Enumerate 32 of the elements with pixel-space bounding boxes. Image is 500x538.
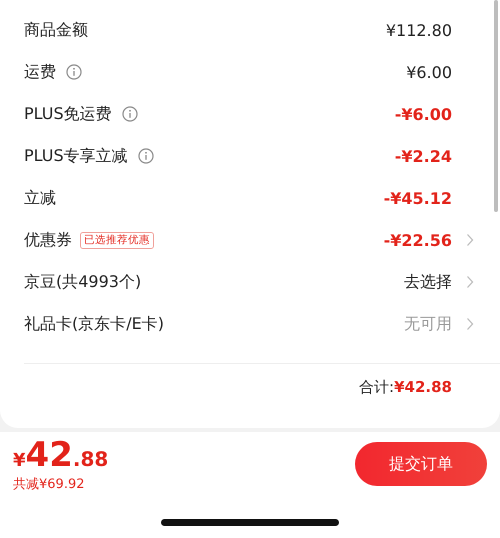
row-label: PLUS专享立减 xyxy=(24,146,128,166)
total-label: 合计: xyxy=(359,378,394,396)
row-label: 京豆(共4993个) xyxy=(24,272,142,292)
home-indicator[interactable] xyxy=(161,519,339,526)
scrollbar[interactable] xyxy=(494,0,498,212)
price-integer: 42 xyxy=(26,438,73,472)
info-icon[interactable] xyxy=(122,106,138,122)
row-value: -¥6.00 xyxy=(394,104,452,124)
row-value[interactable]: 无可用 xyxy=(404,314,452,334)
row-label: 礼品卡(京东卡/E卡) xyxy=(24,314,164,334)
total-amount: ¥42.88 xyxy=(394,378,452,396)
currency-symbol: ¥ xyxy=(13,452,26,470)
total-saving: 共减¥69.92 xyxy=(13,476,86,493)
row-label: 商品金额 xyxy=(24,20,88,40)
row-label: PLUS免运费 xyxy=(24,104,112,124)
row-label: 立减 xyxy=(24,188,56,208)
price-decimal: .88 xyxy=(72,449,108,469)
row-label: 优惠券 xyxy=(24,230,72,250)
coupon-tag: 已选推荐优惠 xyxy=(80,232,154,248)
row-value: ¥6.00 xyxy=(406,62,452,82)
info-icon[interactable] xyxy=(66,64,82,80)
row-value[interactable]: -¥22.56 xyxy=(384,230,452,250)
row-value: -¥45.12 xyxy=(384,188,452,208)
row-value: ¥112.80 xyxy=(386,20,452,40)
chevron-icon[interactable] xyxy=(466,233,474,247)
chevron-icon[interactable] xyxy=(466,275,474,289)
row-value: -¥2.24 xyxy=(394,146,452,166)
chevron-icon[interactable] xyxy=(466,317,474,331)
submit-order-button[interactable]: 提交订单 xyxy=(355,442,487,486)
row-label: 运费 xyxy=(24,62,56,82)
info-icon[interactable] xyxy=(138,148,154,164)
row-value[interactable]: 去选择 xyxy=(404,272,452,292)
